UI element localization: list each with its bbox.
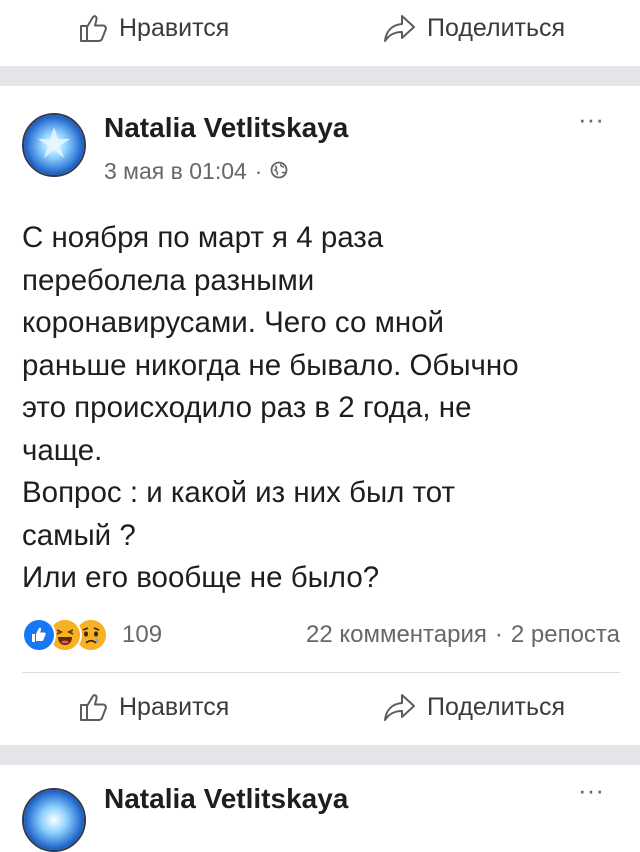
post-text: С ноября по март я 4 раза переболела раз… [22,217,622,600]
post-text-line: С ноября по март я 4 раза [22,221,384,254]
post-text-line: Вопрос : и какой из них был тот [22,476,456,509]
post-meta: 3 мая в 01:04 · [104,158,288,185]
like-label: Нравится [119,13,230,42]
post-separator [0,66,640,86]
share-label: Поделиться [427,13,566,42]
actions-divider [22,672,620,673]
post-text-line: самый ? [22,518,136,552]
like-icon [22,618,56,652]
share-arrow-icon [383,12,417,44]
share-label: Поделиться [427,692,566,721]
post-text-line: раньше никогда не бывало. Обычно [22,348,519,382]
post-text-line: Или его вообще не было? [22,561,380,594]
more-options-button[interactable]: ··· [578,104,604,135]
post-text-line: коронавирусами. Чего со мной [22,306,445,339]
post-text-line: это происходило раз в 2 года, не [22,391,472,424]
reactions-summary[interactable] [22,618,108,652]
post-author[interactable]: Natalia Vetlitskaya [104,112,348,144]
like-button[interactable]: Нравится [77,691,229,723]
reposts-count[interactable]: 2 репоста [511,621,620,649]
meta-separator: · [254,158,263,184]
thumbs-up-icon [77,12,109,44]
post-text-line: чаще. [22,433,103,467]
comments-reposts: 22 комментария · 2 репоста [306,621,620,649]
comments-count[interactable]: 22 комментария [306,621,487,649]
stats-separator: · [494,621,503,648]
share-button-prev[interactable]: Поделиться [383,12,565,44]
thumbs-up-icon [77,691,109,723]
post-date[interactable]: 3 мая в 01:04 [104,158,247,185]
next-post-author[interactable]: Natalia Vetlitskaya [104,783,348,815]
share-arrow-icon [383,691,417,723]
post-separator [0,745,640,765]
share-button[interactable]: Поделиться [383,691,565,723]
like-button-prev[interactable]: Нравится [77,12,229,44]
globe-icon [270,158,288,185]
reactions-count[interactable]: 109 [122,621,162,649]
avatar[interactable] [22,113,86,177]
next-post-more-button[interactable]: ··· [578,775,604,806]
next-post-avatar[interactable] [22,788,86,852]
like-label: Нравится [119,692,230,721]
post-stats: 109 22 комментария · 2 репоста [22,617,620,653]
post-text-line: переболела разными [22,263,315,297]
